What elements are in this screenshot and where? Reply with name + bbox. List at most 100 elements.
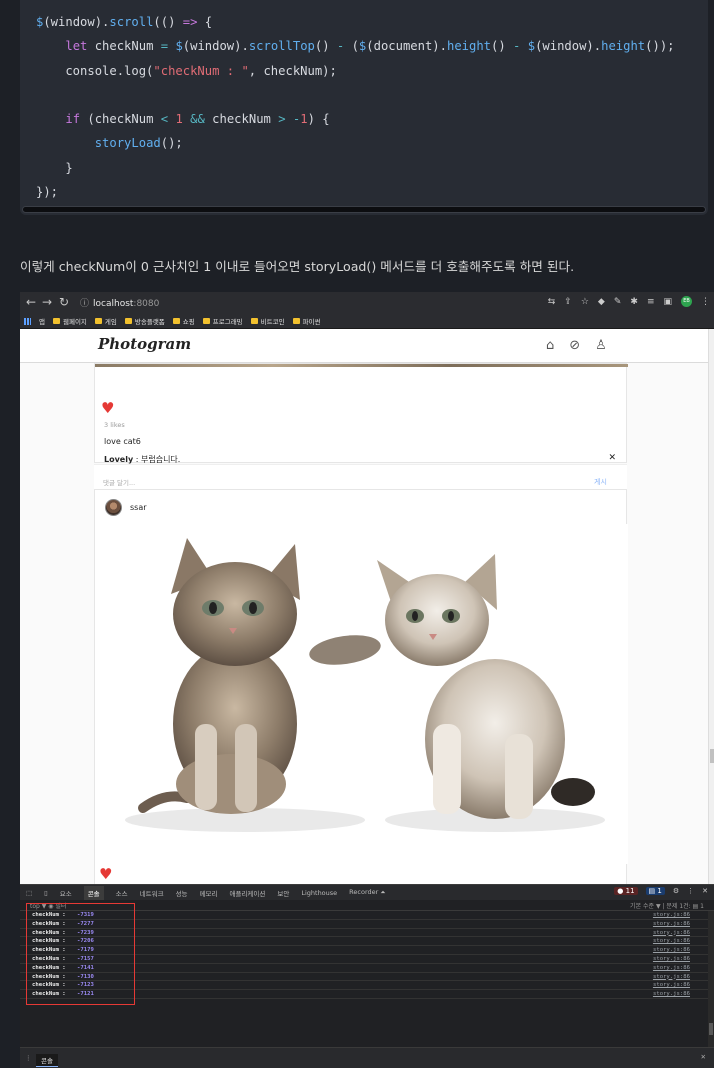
- description-text: 이렇게 checkNum이 0 근사치인 1 이내로 들어오면 storyLoa…: [20, 259, 575, 274]
- post-comment-button[interactable]: 게시: [594, 477, 607, 487]
- bookmarks-bar: 앱 웹페이지 게임 방송플랫폼 쇼핑 프로그래밍 비트코인 파이썬: [20, 314, 714, 329]
- back-icon[interactable]: ←: [26, 295, 36, 309]
- code-token: (): [314, 39, 337, 54]
- code-token: height: [446, 39, 492, 54]
- bookmark-item[interactable]: 앱: [39, 316, 45, 326]
- code-token: scrollTop: [248, 39, 315, 54]
- comment-input[interactable]: 댓글 달기...: [103, 477, 135, 487]
- close-drawer-icon[interactable]: ✕: [701, 1053, 706, 1061]
- code-line: if (checkNum < 1 && checkNum > -1) {: [36, 107, 675, 131]
- error-count-badge[interactable]: ● 11: [614, 887, 638, 895]
- bookmark-item[interactable]: 게임: [94, 316, 117, 326]
- code-text: $(window).scroll(() => { let checkNum = …: [36, 10, 675, 204]
- devtools-tab[interactable]: 네트워크: [140, 888, 164, 898]
- code-token: let: [65, 39, 88, 54]
- avatar[interactable]: [105, 499, 122, 516]
- comment-text: : 부럽습니다.: [133, 455, 181, 464]
- code-token: checkNum: [204, 112, 279, 127]
- post-image-bottom-edge: [95, 364, 628, 367]
- devtools-tab[interactable]: 성능: [176, 888, 188, 898]
- folder-icon: [124, 318, 132, 324]
- code-token: 1: [175, 112, 183, 127]
- page-scrollbar[interactable]: [708, 329, 714, 884]
- like-heart-icon[interactable]: ♥: [101, 401, 114, 416]
- code-scrollbar[interactable]: [22, 206, 706, 213]
- post-photo: [95, 524, 628, 864]
- console-scrollbar[interactable]: [708, 911, 714, 1047]
- devtools-tab[interactable]: 보안: [277, 888, 289, 898]
- bookmark-star-icon[interactable]: ☆: [581, 297, 589, 307]
- drawer-console-tab[interactable]: 콘솔: [36, 1054, 58, 1067]
- log-source-link[interactable]: story.js:86: [653, 990, 690, 998]
- code-token: "checkNum : ": [153, 63, 249, 78]
- forward-icon[interactable]: →: [42, 295, 52, 309]
- extension-puzzle-icon[interactable]: ✱: [630, 297, 638, 307]
- side-panel-icon[interactable]: ▣: [663, 297, 672, 307]
- devtools-tab[interactable]: 소스: [116, 888, 128, 898]
- bookmark-item[interactable]: 프로그래밍: [202, 316, 243, 326]
- bookmark-item[interactable]: 방송플랫폼: [124, 316, 165, 326]
- site-logo[interactable]: Photogram: [98, 335, 191, 353]
- folder-icon: [250, 318, 258, 324]
- bookmark-item[interactable]: 비트코인: [250, 316, 285, 326]
- extension-pen-icon[interactable]: ✎: [614, 297, 622, 307]
- devtools-tab[interactable]: 콘솔: [83, 885, 104, 900]
- reading-list-icon[interactable]: ≡: [647, 297, 655, 307]
- devtools-tab[interactable]: 메모리: [200, 888, 218, 898]
- delete-comment-icon[interactable]: ✕: [608, 453, 616, 463]
- message-count-badge[interactable]: ▤ 1: [645, 887, 665, 895]
- apps-grid-icon[interactable]: [24, 317, 31, 325]
- devtools-menu-icon[interactable]: ⋮: [687, 887, 694, 895]
- extension-shield-icon[interactable]: ◆: [598, 297, 605, 307]
- comment-user[interactable]: Lovely: [104, 455, 133, 464]
- extensions-row: ⇆ ⇪ ☆ ◆ ✎ ✱ ≡ ▣ EB ⋮: [548, 296, 710, 307]
- log-source-link[interactable]: story.js:86: [653, 946, 690, 954]
- log-source-link[interactable]: story.js:86: [653, 937, 690, 945]
- explore-compass-icon[interactable]: ⊘: [569, 338, 580, 353]
- settings-gear-icon[interactable]: ⚙: [673, 887, 679, 895]
- log-source-link[interactable]: story.js:86: [653, 981, 690, 989]
- code-token: ());: [645, 39, 675, 54]
- log-source-link[interactable]: story.js:86: [653, 964, 690, 972]
- inspect-element-icon[interactable]: ⬚: [26, 889, 32, 897]
- translate-icon[interactable]: ⇆: [548, 297, 556, 307]
- code-line: $(window).scroll(() => {: [36, 10, 675, 34]
- log-source-link[interactable]: story.js:86: [653, 911, 690, 919]
- console-level-select[interactable]: 기본 수준 ▼ | 문제 1건: ▤ 1: [630, 901, 704, 910]
- like-heart-icon[interactable]: ♥: [99, 867, 112, 882]
- devtools-tabs: ⬚ ▯ 요소 콘솔 소스 네트워크 성능 메모리 애플리케이션 보안 Lighthouse Rec…: [20, 885, 714, 900]
- browser-menu-icon[interactable]: ⋮: [701, 297, 710, 307]
- bookmark-item[interactable]: 쇼핑: [172, 316, 195, 326]
- profile-icon[interactable]: ♙: [595, 338, 607, 353]
- bookmark-item[interactable]: 파이썬: [292, 316, 321, 326]
- profile-avatar-icon[interactable]: EB: [681, 296, 692, 307]
- share-icon[interactable]: ⇪: [564, 297, 572, 307]
- code-token: &&: [190, 112, 205, 127]
- page-scrollbar-thumb[interactable]: [710, 749, 714, 763]
- post-author[interactable]: ssar: [105, 499, 147, 516]
- close-devtools-icon[interactable]: ✕: [702, 887, 708, 895]
- devtools-tab[interactable]: 애플리케이션: [229, 888, 265, 898]
- address-bar[interactable]: ⓘ localhost:8080: [80, 296, 159, 309]
- devtools-tab[interactable]: Lighthouse: [301, 889, 337, 897]
- console-scrollbar-thumb[interactable]: [709, 1023, 713, 1035]
- post-username[interactable]: ssar: [130, 503, 147, 512]
- drawer-menu-icon[interactable]: ⋮: [25, 1054, 32, 1062]
- log-source-link[interactable]: story.js:86: [653, 929, 690, 937]
- log-source-link[interactable]: story.js:86: [653, 955, 690, 963]
- bookmark-item[interactable]: 웹페이지: [52, 316, 87, 326]
- code-token: $: [175, 39, 183, 54]
- browser-toolbar: ← → ↻ ⓘ localhost:8080 ⇆ ⇪ ☆ ◆ ✎ ✱ ≡ ▣ EB…: [20, 292, 714, 314]
- devtools-tab[interactable]: 요소: [60, 888, 72, 898]
- log-source-link[interactable]: story.js:86: [653, 973, 690, 981]
- bookmark-label: 방송플랫폼: [134, 318, 165, 326]
- devtools-tab[interactable]: Recorder ⏶: [349, 888, 385, 897]
- code-token: if: [65, 112, 81, 127]
- reload-icon[interactable]: ↻: [59, 295, 69, 309]
- device-toolbar-icon[interactable]: ▯: [44, 889, 48, 897]
- home-icon[interactable]: ⌂: [546, 338, 554, 353]
- log-source-link[interactable]: story.js:86: [653, 920, 690, 928]
